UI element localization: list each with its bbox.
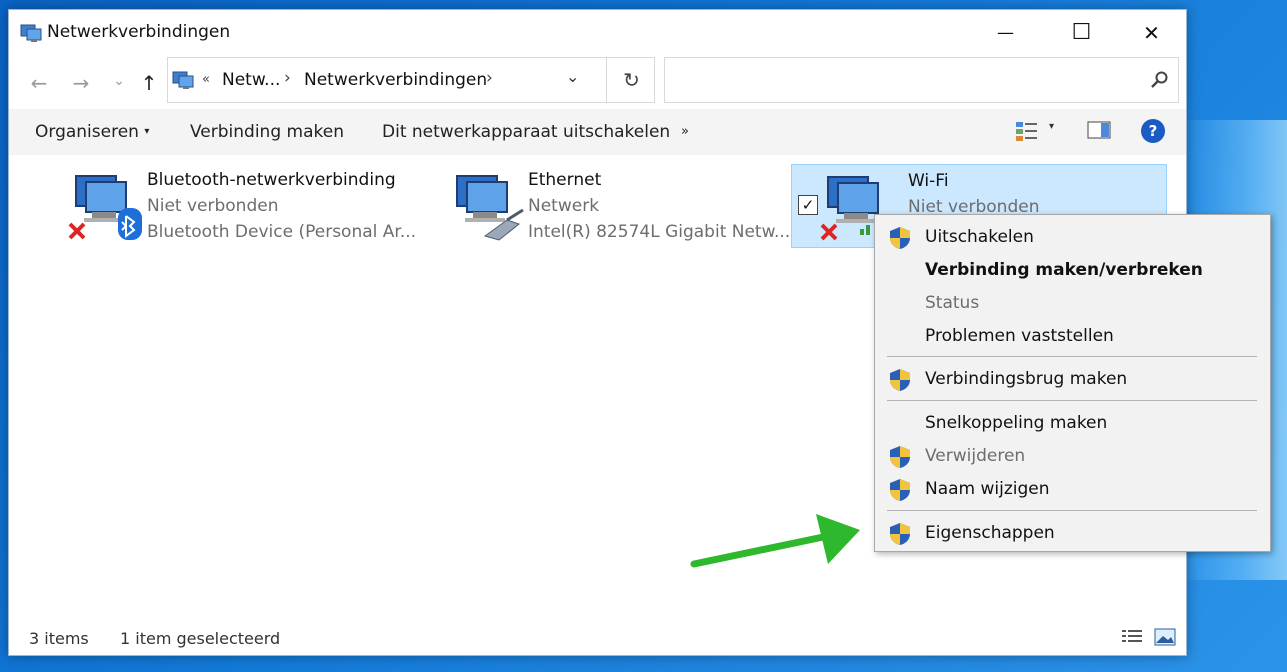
menu-item-label: Uitschakelen [925, 227, 1034, 247]
view-options-button[interactable]: ▾ [1015, 119, 1054, 147]
disable-device-button[interactable]: Dit netwerkapparaat uitschakelen [382, 122, 670, 142]
address-dropdown-icon[interactable]: ⌄ [566, 67, 579, 86]
context-menu: Uitschakelen Verbinding maken/verbreken … [874, 214, 1271, 552]
connection-name: Bluetooth-netwerkverbinding [147, 170, 396, 190]
menu-item-label: Status [925, 293, 980, 313]
bluetooth-network-icon [68, 175, 142, 240]
organise-menu[interactable]: Organiseren ▾ [35, 122, 149, 142]
breadcrumb-separator[interactable]: › [486, 68, 493, 88]
menu-item-label: Verbinding maken/verbreken [925, 260, 1203, 280]
breadcrumb-item[interactable]: Netwerkverbindingen [304, 70, 487, 90]
refresh-icon: ↻ [623, 68, 640, 92]
preview-pane-button[interactable] [1087, 119, 1111, 145]
annotation-arrow-icon [690, 514, 860, 568]
menu-item-label: Problemen vaststellen [925, 326, 1114, 346]
status-bar: 3 items 1 item geselecteerd [9, 622, 1186, 654]
connection-item-ethernet[interactable]: Ethernet Netwerk Intel(R) 82574L Gigabit… [441, 164, 791, 248]
caret-down-icon: ▾ [144, 126, 150, 137]
forward-arrow-icon: → [72, 71, 90, 95]
connection-name: Ethernet [528, 170, 602, 190]
breadcrumb-item[interactable]: Netw... [222, 70, 280, 90]
up-button[interactable]: ↑ [135, 69, 163, 97]
network-connections-icon [20, 24, 42, 42]
caret-down-icon: ▾ [1049, 121, 1055, 132]
breadcrumb-separator[interactable]: › [284, 68, 291, 88]
connection-device: Intel(R) 82574L Gigabit Netw... [528, 222, 791, 242]
chevron-down-icon: ⌄ [113, 73, 125, 89]
menu-item-label: Snelkoppeling maken [925, 413, 1108, 433]
command-bar: Organiseren ▾ Verbinding maken Dit netwe… [9, 109, 1186, 155]
menu-item-shortcut[interactable]: Snelkoppeling maken [875, 407, 1270, 440]
title-bar: Netwerkverbindingen — ☐ ✕ [9, 10, 1186, 55]
details-view-icon[interactable] [1121, 628, 1143, 646]
connection-device: Bluetooth Device (Personal Ar... [147, 222, 417, 242]
minimize-icon: — [997, 22, 1014, 43]
up-arrow-icon: ↑ [140, 71, 158, 95]
menu-item-properties[interactable]: Eigenschappen [875, 517, 1270, 550]
more-commands-button[interactable]: » [681, 124, 689, 139]
uac-shield-icon [890, 227, 910, 249]
selection-count: 1 item geselecteerd [120, 629, 281, 648]
connect-button[interactable]: Verbinding maken [190, 122, 344, 142]
item-checkbox[interactable]: ✓ [798, 195, 818, 215]
minimize-button[interactable]: — [971, 10, 1040, 55]
menu-item-label: Verbindingsbrug maken [925, 369, 1128, 389]
connection-status: Netwerk [528, 196, 600, 216]
menu-item-bridge[interactable]: Verbindingsbrug maken [875, 363, 1270, 396]
uac-shield-icon [890, 369, 910, 391]
address-bar[interactable]: « Netw... › Netwerkverbindingen › ⌄ ↻ [167, 57, 655, 103]
recent-locations-button[interactable]: ⌄ [105, 67, 133, 95]
menu-item-delete[interactable]: Verwijderen [875, 440, 1270, 473]
window-title: Netwerkverbindingen [47, 22, 231, 42]
back-button[interactable]: ← [25, 69, 53, 97]
network-connections-icon [172, 71, 194, 89]
large-icons-view-icon[interactable] [1154, 627, 1176, 647]
change-view-icon [1016, 122, 1037, 141]
menu-separator [887, 510, 1257, 511]
uac-shield-icon [890, 523, 910, 545]
item-count: 3 items [29, 629, 89, 648]
search-icon [1151, 71, 1168, 88]
menu-item-label: Naam wijzigen [925, 479, 1050, 499]
connection-status: Niet verbonden [147, 196, 279, 216]
menu-item-disable[interactable]: Uitschakelen [875, 221, 1270, 254]
uac-shield-icon [890, 479, 910, 501]
close-icon: ✕ [1143, 20, 1160, 45]
menu-item-label: Verwijderen [925, 446, 1026, 466]
close-button[interactable]: ✕ [1117, 10, 1186, 55]
menu-item-status[interactable]: Status [875, 287, 1270, 320]
maximize-button[interactable]: ☐ [1047, 10, 1116, 55]
menu-item-rename[interactable]: Naam wijzigen [875, 473, 1270, 506]
refresh-button[interactable]: ↻ [606, 58, 656, 102]
preview-pane-icon [1087, 121, 1111, 139]
help-icon: ? [1141, 119, 1165, 143]
connection-name: Wi-Fi [908, 171, 949, 191]
maximize-icon: ☐ [1071, 20, 1092, 45]
ethernet-network-icon [456, 175, 524, 241]
menu-separator [887, 356, 1257, 357]
menu-item-connect-disconnect[interactable]: Verbinding maken/verbreken [875, 254, 1270, 287]
uac-shield-icon [890, 446, 910, 468]
forward-button[interactable]: → [67, 69, 95, 97]
menu-separator [887, 400, 1257, 401]
organise-label: Organiseren [35, 122, 139, 142]
menu-item-label: Eigenschappen [925, 523, 1055, 543]
connection-item-bluetooth[interactable]: Bluetooth-netwerkverbinding Niet verbond… [60, 164, 420, 248]
menu-item-diagnose[interactable]: Problemen vaststellen [875, 320, 1270, 353]
check-icon: ✓ [801, 196, 815, 214]
breadcrumb-overflow[interactable]: « [202, 72, 210, 87]
back-arrow-icon: ← [30, 71, 48, 95]
search-box[interactable] [664, 57, 1179, 103]
help-button[interactable]: ? [1141, 119, 1165, 143]
navigation-bar: ← → ⌄ ↑ « Netw... › Netwerkverbindingen … [9, 57, 1186, 107]
